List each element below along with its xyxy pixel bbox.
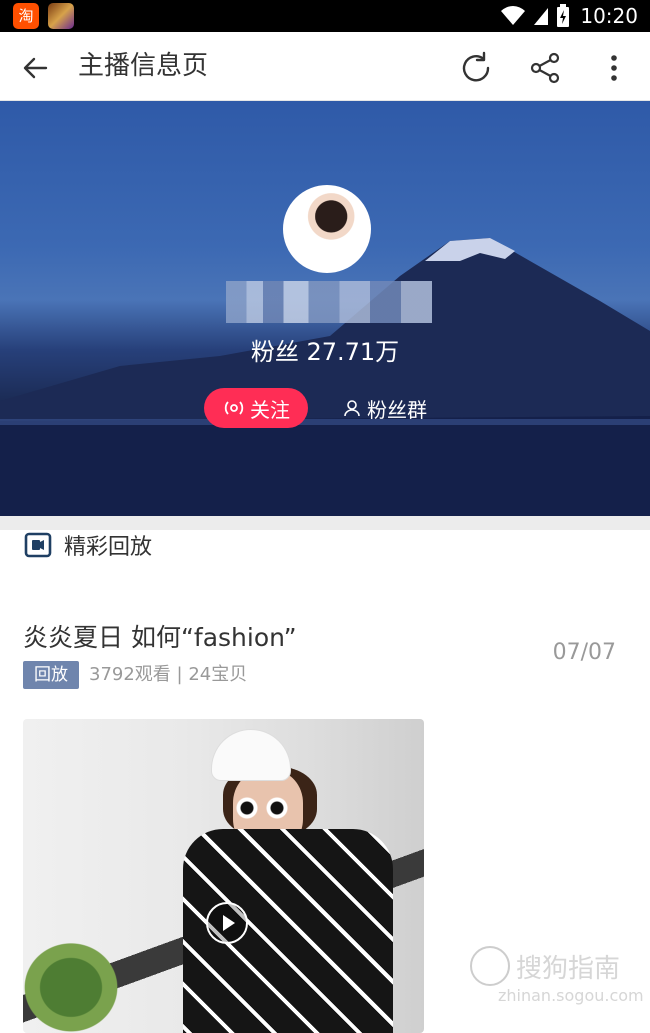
status-indicators: 10:20 <box>500 0 638 32</box>
section-header: 精彩回放 <box>24 530 152 560</box>
more-vert-icon[interactable] <box>596 50 632 86</box>
top-toolbar: 主播信息页 <box>0 32 650 101</box>
page-title: 主播信息页 <box>78 51 209 81</box>
video-title[interactable]: 炎炎夏日 如何“fashion” <box>23 618 297 654</box>
sogou-logo-icon <box>470 946 510 986</box>
replay-badge: 回放 <box>23 661 79 689</box>
signal-icon <box>534 8 549 25</box>
status-bar: 淘 10:20 <box>0 0 650 32</box>
follow-button[interactable]: 关注 <box>204 388 308 428</box>
section-title: 精彩回放 <box>64 535 153 560</box>
back-arrow-icon[interactable] <box>18 50 54 86</box>
fans-count: 粉丝 27.71万 <box>250 338 400 366</box>
refresh-icon[interactable] <box>458 50 494 86</box>
follow-label: 关注 <box>250 397 290 422</box>
battery-icon <box>557 4 570 27</box>
broadcast-icon <box>224 401 244 415</box>
fan-group-label: 粉丝群 <box>367 397 427 422</box>
video-camera-icon <box>24 532 52 558</box>
video-date: 07/07 <box>552 640 616 665</box>
fan-group-button[interactable]: 粉丝群 <box>343 388 427 428</box>
video-meta: 3792观看 | 24宝贝 <box>89 664 248 685</box>
thumbnail-sunglasses <box>232 797 292 819</box>
wifi-icon <box>501 6 526 26</box>
share-icon[interactable] <box>527 50 563 86</box>
play-icon[interactable] <box>206 902 248 944</box>
user-group-icon <box>344 400 360 417</box>
watermark-url: zhinan.sogou.com <box>498 986 644 1005</box>
watermark: 搜狗指南 zhinan.sogou.com <box>470 942 644 1012</box>
status-time: 10:20 <box>580 4 638 28</box>
taobao-app-icon: 淘 <box>13 3 39 29</box>
profile-header: 粉丝 27.71万 关注 粉丝群 <box>0 101 650 516</box>
section-divider <box>0 516 650 530</box>
streamer-avatar[interactable] <box>283 185 371 273</box>
blurred-streamer-name <box>226 281 432 323</box>
video-thumbnail[interactable] <box>23 719 424 1033</box>
watermark-name: 搜狗指南 <box>516 954 621 984</box>
thumbnail-plant <box>23 919 143 1033</box>
game-app-icon <box>48 3 74 29</box>
